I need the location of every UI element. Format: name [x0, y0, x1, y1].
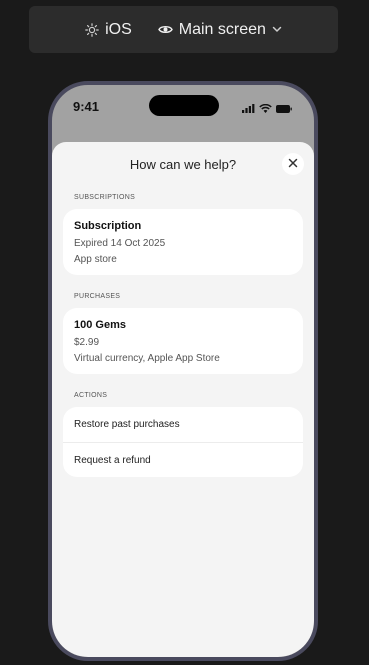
purchase-card[interactable]: 100 Gems $2.99 Virtual currency, Apple A… [63, 308, 303, 374]
actions-card: Restore past purchases Request a refund [63, 407, 303, 477]
subscription-title: Subscription [74, 220, 142, 232]
purchase-price: $2.99 [74, 337, 100, 348]
help-sheet: How can we help? SUBSCRIPTIONS Subscript… [52, 142, 314, 657]
subscription-card[interactable]: Subscription Expired 14 Oct 2025 App sto… [63, 209, 303, 275]
close-button[interactable] [282, 153, 304, 175]
status-time: 9:41 [73, 99, 100, 114]
platform-label: iOS [105, 20, 132, 38]
sun-icon [85, 22, 99, 37]
status-bar: 9:41 [52, 85, 314, 135]
screen-selector[interactable]: Main screen [157, 20, 282, 39]
purchase-description: Virtual currency, Apple App Store [74, 353, 220, 364]
purchase-title: 100 Gems [74, 319, 126, 331]
dynamic-island [149, 95, 219, 116]
request-refund-button[interactable]: Request a refund [63, 442, 303, 477]
restore-purchases-button[interactable]: Restore past purchases [63, 407, 303, 442]
actions-section-label: ACTIONS [74, 392, 108, 399]
subscription-store: App store [74, 254, 117, 265]
sheet-title: How can we help? [129, 157, 237, 172]
screen-label: Main screen [178, 20, 266, 38]
signal-icon [242, 100, 255, 118]
restore-purchases-label: Restore past purchases [74, 419, 180, 430]
purchases-section-label: PURCHASES [74, 293, 121, 300]
subscription-status: Expired 14 Oct 2025 [74, 238, 166, 249]
battery-icon [276, 100, 292, 118]
eye-icon [157, 24, 173, 35]
subscriptions-section-label: SUBSCRIPTIONS [74, 194, 136, 201]
status-icons [242, 100, 292, 118]
preview-toolbar: iOS Main screen [29, 6, 338, 53]
request-refund-label: Request a refund [74, 454, 151, 466]
wifi-icon [259, 100, 272, 118]
platform-selector[interactable]: iOS [85, 21, 132, 39]
phone-frame: 9:41 How can we help? SUBSCRIPTIONS Subs… [48, 81, 318, 661]
close-icon [288, 155, 298, 173]
chevron-down-icon [272, 26, 282, 33]
